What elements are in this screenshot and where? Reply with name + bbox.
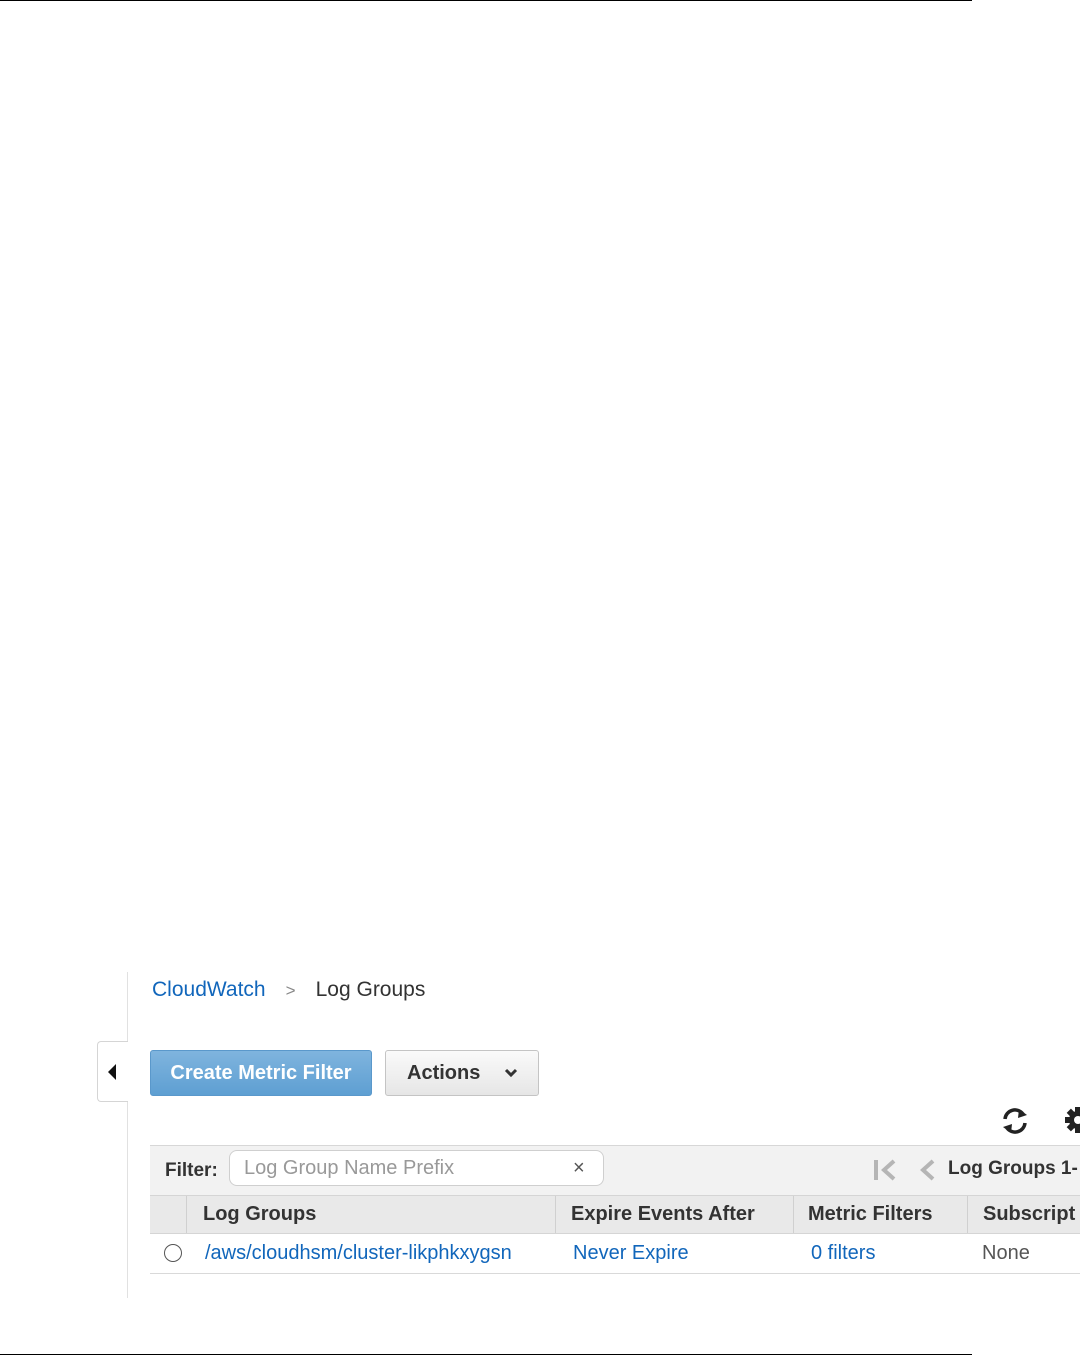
sidebar-toggle-button[interactable]: [97, 1041, 128, 1102]
subscriptions-value: None: [982, 1242, 1030, 1264]
filter-input-container: ×: [229, 1150, 604, 1186]
actions-dropdown-button[interactable]: Actions: [385, 1050, 539, 1096]
column-separator: [967, 1196, 968, 1233]
breadcrumb-cloudwatch-link[interactable]: CloudWatch: [152, 978, 266, 1001]
column-header-log-groups[interactable]: Log Groups: [203, 1196, 316, 1233]
breadcrumb-current: Log Groups: [315, 978, 426, 1001]
table-header: Log Groups Expire Events After Metric Fi…: [150, 1195, 1080, 1234]
filter-bar: Filter: × Log Groups 1-: [150, 1145, 1080, 1195]
column-header-metric-filters[interactable]: Metric Filters: [808, 1196, 932, 1233]
metric-filters-link[interactable]: 0 filters: [811, 1234, 875, 1273]
breadcrumb: CloudWatch > Log Groups: [152, 977, 425, 1004]
column-separator: [186, 1196, 187, 1233]
pagination-label: Log Groups 1-: [948, 1158, 1078, 1179]
log-group-prefix-input[interactable]: [244, 1151, 564, 1185]
refresh-icon[interactable]: [999, 1106, 1031, 1136]
column-separator: [555, 1196, 556, 1233]
gear-icon[interactable]: [1062, 1104, 1080, 1136]
table-row[interactable]: /aws/cloudhsm/cluster-likphkxygsn Never …: [150, 1234, 1080, 1274]
clear-filter-button[interactable]: ×: [573, 1156, 585, 1180]
column-separator: [793, 1196, 794, 1233]
column-header-subscriptions[interactable]: Subscript: [983, 1196, 1075, 1233]
top-divider: [0, 0, 972, 1]
breadcrumb-separator: >: [285, 981, 296, 1000]
log-group-name-link[interactable]: /aws/cloudhsm/cluster-likphkxygsn: [205, 1234, 512, 1273]
expire-events-after-link[interactable]: Never Expire: [573, 1234, 689, 1273]
create-metric-filter-button[interactable]: Create Metric Filter: [150, 1050, 372, 1096]
first-page-icon[interactable]: [872, 1158, 898, 1182]
triangle-left-icon: [108, 1064, 116, 1080]
filter-label: Filter:: [165, 1160, 218, 1181]
actions-label: Actions: [407, 1062, 481, 1084]
row-select-radio[interactable]: [164, 1244, 182, 1262]
column-header-expire-events-after[interactable]: Expire Events After: [571, 1196, 755, 1233]
chevron-down-icon: [504, 1068, 518, 1078]
chevron-left-icon[interactable]: [918, 1158, 936, 1182]
sidebar-divider: [127, 972, 128, 1298]
